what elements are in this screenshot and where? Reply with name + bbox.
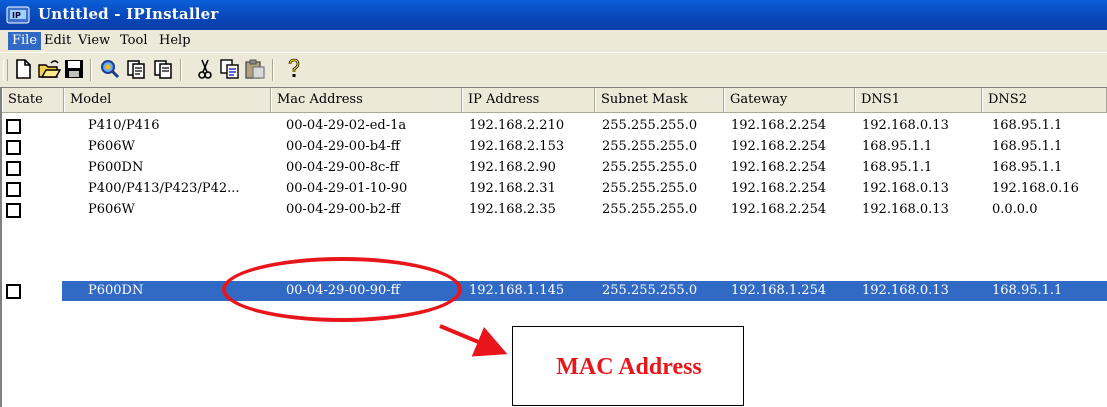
annotation-label: MAC Address <box>556 354 702 380</box>
annotation-box: MAC Address <box>512 326 744 406</box>
